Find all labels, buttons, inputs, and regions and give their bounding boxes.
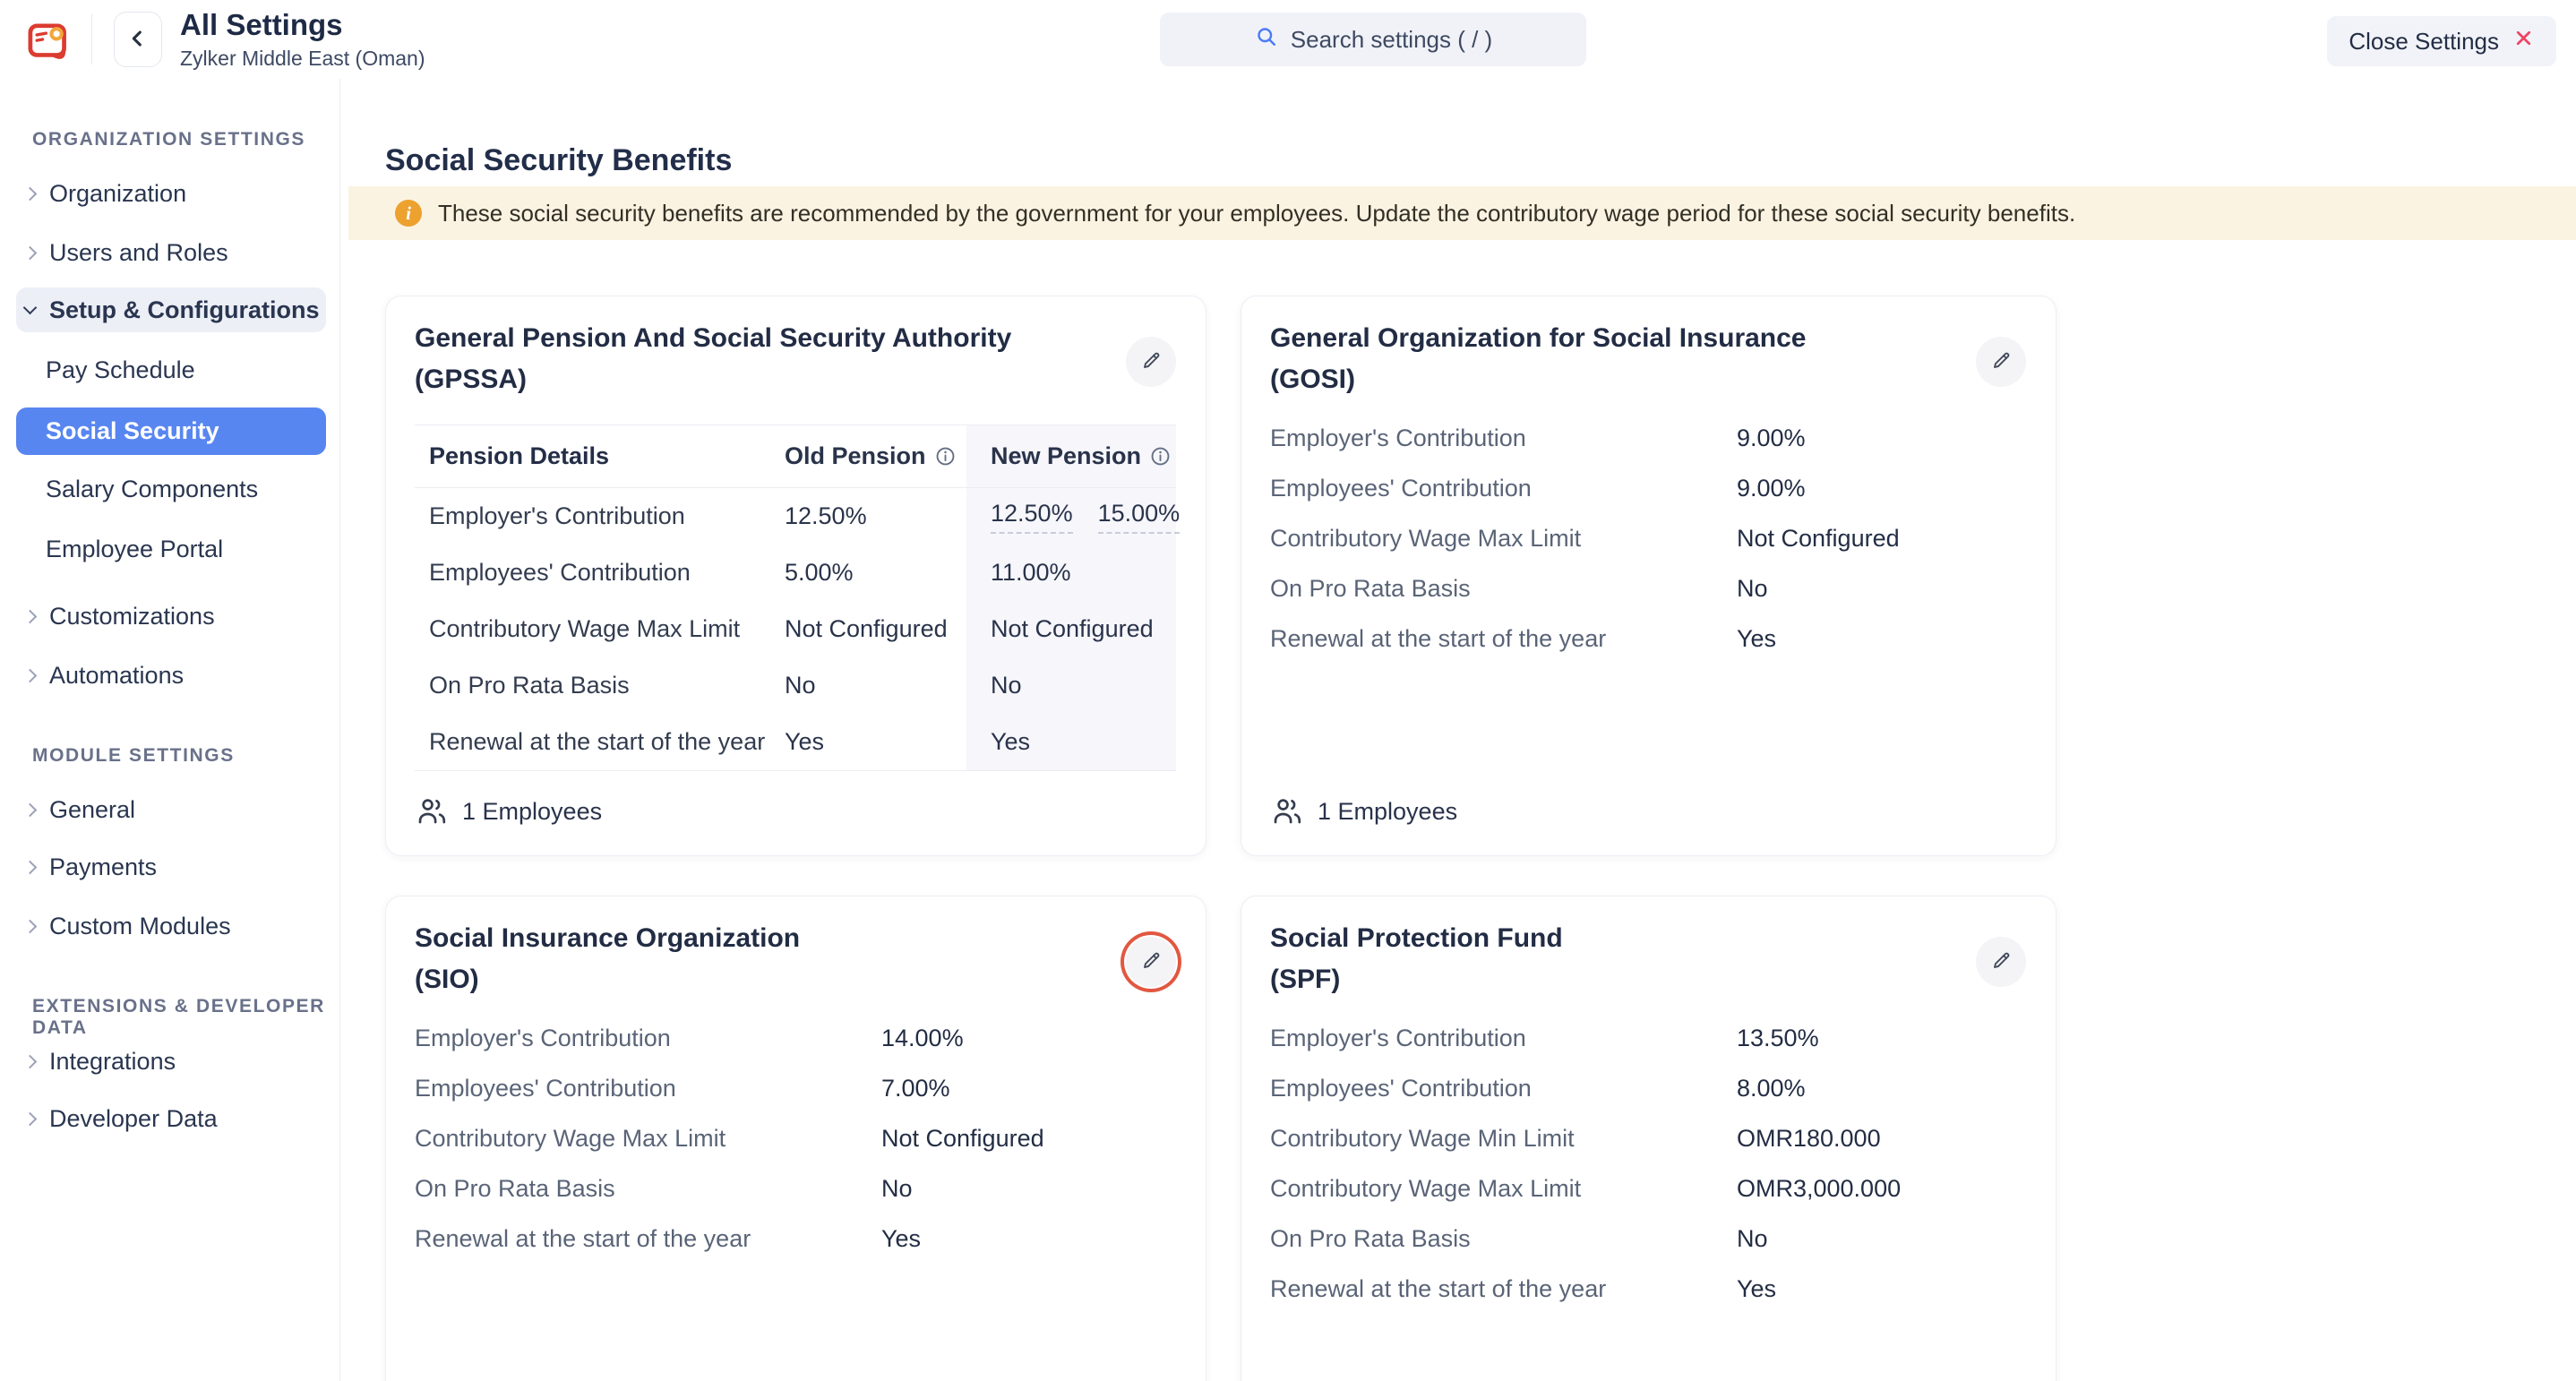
chevron-right-icon <box>23 1054 38 1068</box>
detail-row: Employees' Contribution7.00% <box>415 1063 1177 1113</box>
back-button[interactable] <box>114 12 162 67</box>
chevron-right-icon <box>23 919 38 933</box>
pencil-icon <box>1989 349 2013 375</box>
chevron-right-icon <box>23 186 38 201</box>
settings-sidebar: ORGANIZATION SETTINGS Organization Users… <box>0 79 340 1381</box>
pencil-icon <box>1989 949 2013 975</box>
card-spf: Social Protection Fund (SPF) Employer's … <box>1241 896 2057 1381</box>
chevron-right-icon <box>23 609 38 623</box>
detail-row: Renewal at the start of the yearYes <box>1270 1264 2027 1314</box>
spf-details: Employer's Contribution13.50% Employees'… <box>1270 1013 2027 1314</box>
employees-icon <box>415 794 449 828</box>
edit-sio-button-highlighted[interactable] <box>1126 937 1176 987</box>
new-pension-previous-value[interactable]: 12.50% <box>991 500 1073 534</box>
edit-gosi-button[interactable] <box>1976 337 2026 387</box>
page-title: Social Security Benefits <box>385 142 732 178</box>
detail-row: Contributory Wage Min LimitOMR180.000 <box>1270 1113 2027 1163</box>
edit-spf-button[interactable] <box>1976 937 2026 987</box>
info-icon: i <box>395 200 422 227</box>
new-pension-current-value[interactable]: 15.00% <box>1098 500 1181 534</box>
sidebar-item-setup-configurations[interactable]: Setup & Configurations <box>16 287 326 332</box>
search-placeholder: Search settings ( / ) <box>1291 26 1492 54</box>
detail-row: On Pro Rata BasisNo <box>1270 563 2027 613</box>
detail-row: Contributory Wage Max LimitNot Configure… <box>1270 513 2027 563</box>
card-gpssa: General Pension And Social Security Auth… <box>385 296 1206 856</box>
detail-row: Renewal at the start of the yearYes <box>415 1214 1177 1264</box>
sidebar-item-payments[interactable]: Payments <box>16 845 326 888</box>
card-title-spf: Social Protection Fund (SPF) <box>1270 918 1563 1000</box>
section-extensions-developer-data: EXTENSIONS & DEVELOPER DATA <box>32 996 339 1039</box>
detail-row: Employer's Contribution13.50% <box>1270 1013 2027 1063</box>
window-title: All Settings <box>180 8 425 42</box>
search-icon <box>1254 24 1279 56</box>
pension-table: Pension Details Old Pension New Pension <box>415 425 1176 771</box>
chevron-right-icon <box>23 1111 38 1126</box>
banner-text: These social security benefits are recom… <box>438 200 2075 227</box>
section-organization-settings: ORGANIZATION SETTINGS <box>32 129 305 150</box>
card-title-gosi: General Organization for Social Insuranc… <box>1270 318 1807 400</box>
employees-count: 1 Employees <box>415 794 602 828</box>
sidebar-item-social-security[interactable]: Social Security <box>16 407 326 455</box>
detail-row: On Pro Rata BasisNo <box>415 1163 1177 1214</box>
sidebar-item-employee-portal[interactable]: Employee Portal <box>16 528 326 570</box>
card-gosi: General Organization for Social Insuranc… <box>1241 296 2057 856</box>
detail-row: Contributory Wage Max LimitNot Configure… <box>415 1113 1177 1163</box>
new-pension-info-icon[interactable] <box>1149 445 1172 467</box>
detail-row: Contributory Wage Max LimitOMR3,000.000 <box>1270 1163 2027 1214</box>
pencil-icon <box>1139 949 1163 975</box>
card-title-sio: Social Insurance Organization (SIO) <box>415 918 800 1000</box>
employees-count: 1 Employees <box>1270 794 1457 828</box>
card-sio: Social Insurance Organization (SIO) Empl… <box>385 896 1206 1381</box>
close-settings-button[interactable]: Close Settings <box>2327 16 2556 66</box>
sidebar-item-custom-modules[interactable]: Custom Modules <box>16 905 326 948</box>
sidebar-item-organization[interactable]: Organization <box>16 172 326 215</box>
chevron-right-icon <box>23 245 38 260</box>
detail-row: Employees' Contribution8.00% <box>1270 1063 2027 1113</box>
sidebar-item-automations[interactable]: Automations <box>16 654 326 697</box>
employees-icon <box>1270 794 1304 828</box>
detail-row: Employer's Contribution14.00% <box>415 1013 1177 1063</box>
section-module-settings: MODULE SETTINGS <box>32 745 235 767</box>
sidebar-item-integrations[interactable]: Integrations <box>16 1040 326 1083</box>
chevron-down-icon <box>23 300 38 314</box>
card-title-gpssa: General Pension And Social Security Auth… <box>415 318 1011 400</box>
table-row: Renewal at the start of the year Yes Yes <box>415 714 1176 770</box>
table-row: On Pro Rata Basis No No <box>415 657 1176 714</box>
sidebar-item-pay-schedule[interactable]: Pay Schedule <box>16 348 326 391</box>
edit-gpssa-button[interactable] <box>1126 337 1176 387</box>
chevron-right-icon <box>23 860 38 874</box>
close-settings-label: Close Settings <box>2348 28 2499 56</box>
table-row: Contributory Wage Max Limit Not Configur… <box>415 601 1176 657</box>
chevron-left-icon <box>125 26 150 54</box>
detail-row: Renewal at the start of the yearYes <box>1270 613 2027 664</box>
old-pension-info-icon[interactable] <box>934 445 957 467</box>
close-icon <box>2512 27 2535 56</box>
header-divider <box>91 14 92 64</box>
detail-row: Employer's Contribution9.00% <box>1270 413 2027 463</box>
detail-row: On Pro Rata BasisNo <box>1270 1214 2027 1264</box>
sidebar-item-general[interactable]: General <box>16 788 326 831</box>
header-titles: All Settings Zylker Middle East (Oman) <box>180 8 425 71</box>
payroll-app-logo-icon <box>23 15 72 64</box>
search-settings-input[interactable]: Search settings ( / ) <box>1160 13 1586 66</box>
table-row: Employees' Contribution 5.00% 11.00% <box>415 545 1176 601</box>
sidebar-item-developer-data[interactable]: Developer Data <box>16 1097 326 1140</box>
table-row: Employer's Contribution 12.50% 12.50% 15… <box>415 488 1176 545</box>
sidebar-item-customizations[interactable]: Customizations <box>16 595 326 638</box>
pension-table-header: Pension Details Old Pension New Pension <box>415 425 1176 488</box>
main-content: Social Security Benefits i These social … <box>341 79 2576 1381</box>
sidebar-item-salary-components[interactable]: Salary Components <box>16 467 326 510</box>
top-header: All Settings Zylker Middle East (Oman) S… <box>0 0 2576 79</box>
pencil-icon <box>1139 349 1163 375</box>
chevron-right-icon <box>23 802 38 817</box>
sio-details: Employer's Contribution14.00% Employees'… <box>415 1013 1177 1264</box>
organization-name: Zylker Middle East (Oman) <box>180 47 425 71</box>
gosi-details: Employer's Contribution9.00% Employees' … <box>1270 413 2027 664</box>
sidebar-item-users-and-roles[interactable]: Users and Roles <box>16 231 326 274</box>
info-banner: i These social security benefits are rec… <box>348 186 2576 240</box>
chevron-right-icon <box>23 668 38 682</box>
detail-row: Employees' Contribution9.00% <box>1270 463 2027 513</box>
